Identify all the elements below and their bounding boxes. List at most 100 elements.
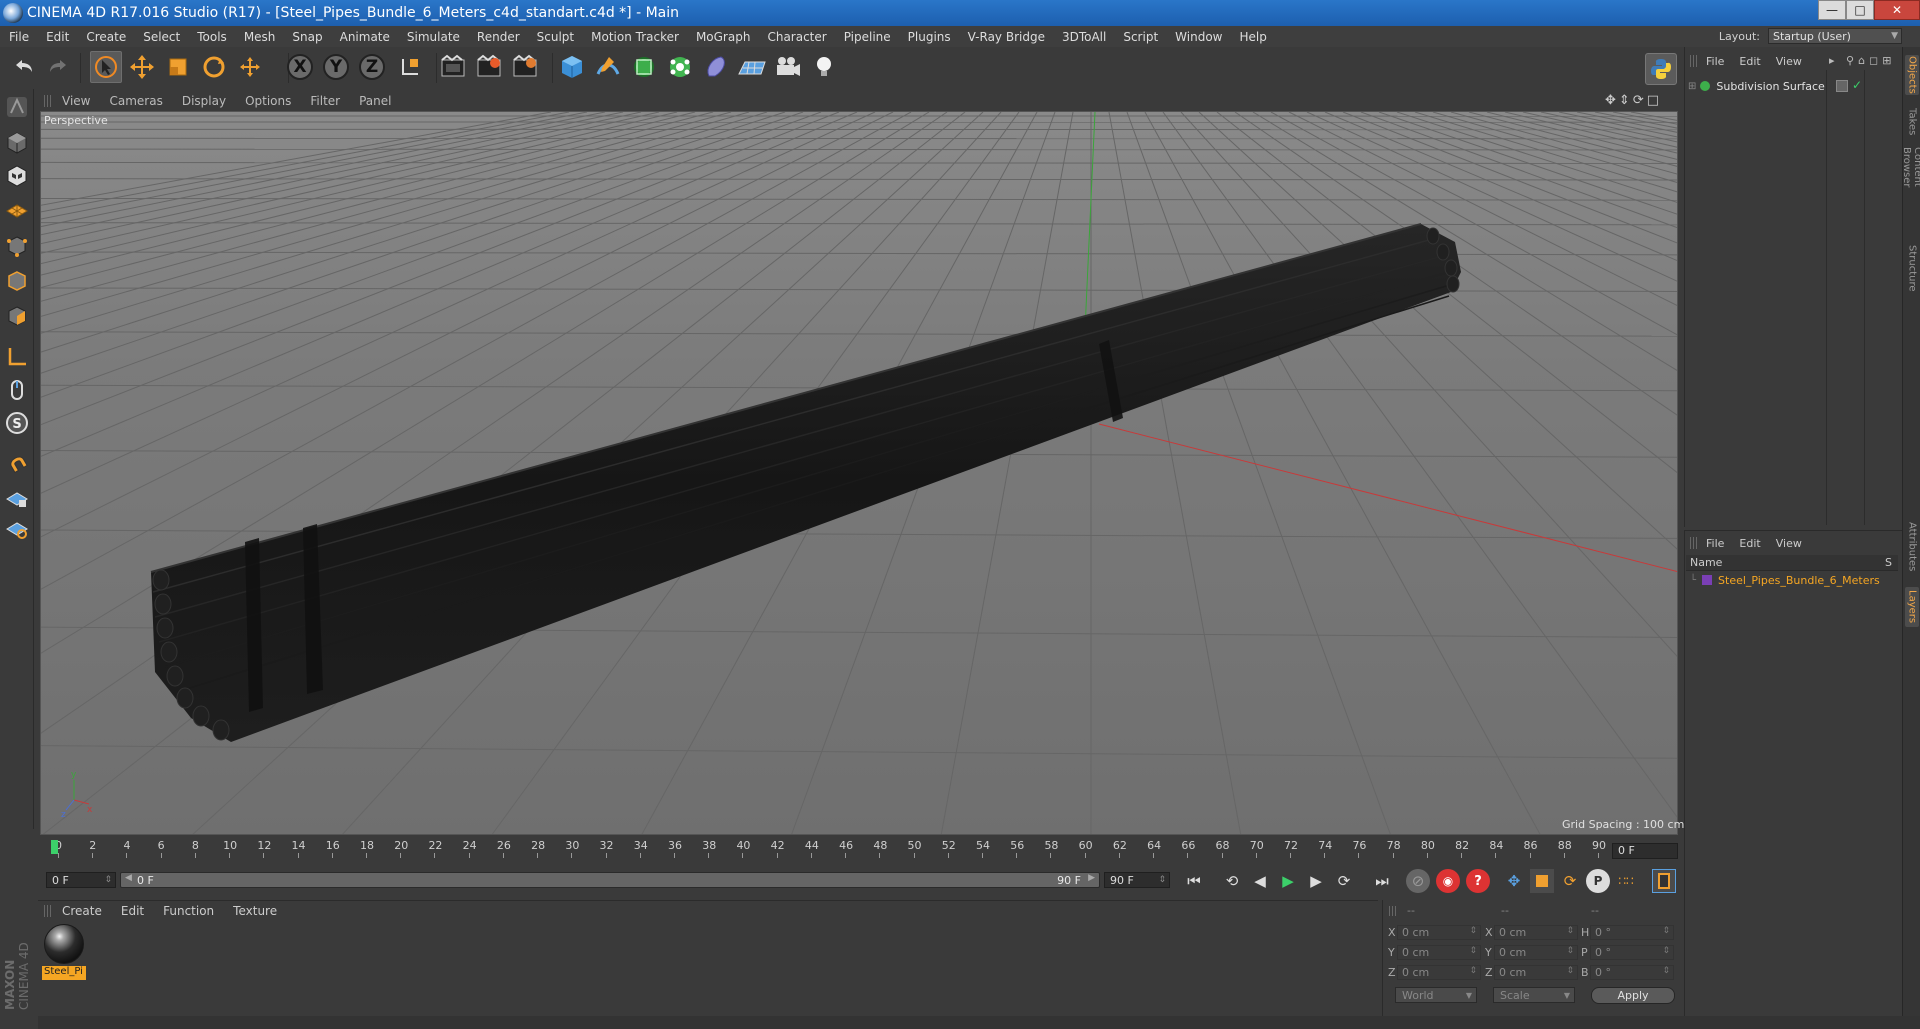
close-button[interactable]: ✕ xyxy=(1874,0,1920,20)
menu-item[interactable]: Create xyxy=(77,30,134,44)
light-icon[interactable] xyxy=(808,51,840,83)
locked-workplane-icon[interactable] xyxy=(3,485,31,513)
menu-item[interactable]: V-Ray Bridge xyxy=(959,30,1053,44)
key-position-icon[interactable]: ✥ xyxy=(1502,869,1526,893)
menu-item[interactable]: Script xyxy=(1114,30,1166,44)
go-to-end-icon[interactable]: ⏭ xyxy=(1370,869,1394,893)
menu-item[interactable]: Window xyxy=(1166,30,1230,44)
menu-item[interactable]: Motion Tracker xyxy=(582,30,687,44)
rotate-tool-icon[interactable] xyxy=(198,51,230,83)
perspective-viewport[interactable]: y x z xyxy=(40,111,1678,835)
layer-manager-menu-item[interactable]: File xyxy=(1698,537,1731,550)
polygons-mode-icon[interactable] xyxy=(3,302,31,330)
coord-rotation-field[interactable]: 0 ° ⇕ xyxy=(1590,945,1674,960)
current-frame-field[interactable]: 0 F xyxy=(1612,843,1678,859)
menu-item[interactable]: Mesh xyxy=(235,30,284,44)
coordinate-system-icon[interactable] xyxy=(394,51,426,83)
side-tab[interactable]: Structure xyxy=(1905,243,1919,293)
apply-button[interactable]: Apply xyxy=(1591,987,1675,1004)
menu-item[interactable]: Simulate xyxy=(398,30,468,44)
menu-item[interactable]: Select xyxy=(134,30,188,44)
object-manager-tool-icons[interactable]: ▸ ⚲⌂◻⊞ xyxy=(1829,54,1895,67)
menu-item[interactable]: Render xyxy=(468,30,528,44)
menu-item[interactable]: Sculpt xyxy=(528,30,582,44)
material-menu-item[interactable]: Create xyxy=(52,904,111,918)
coord-position-field[interactable]: 0 cm ⇕ xyxy=(1397,925,1481,940)
scale-tool-icon[interactable] xyxy=(162,51,194,83)
x-axis-lock-button[interactable]: X xyxy=(287,54,313,80)
viewport-menu-item[interactable]: Display xyxy=(172,94,235,108)
next-key-icon[interactable]: ⟳ xyxy=(1332,869,1356,893)
layer-manager-menu-item[interactable]: View xyxy=(1768,537,1809,550)
coord-rotation-field[interactable]: 0 ° ⇕ xyxy=(1590,965,1674,980)
layer-manager-menu-item[interactable]: Edit xyxy=(1731,537,1767,550)
start-frame-field[interactable]: 0 F ⇕ xyxy=(46,872,116,888)
object-manager-menu-item[interactable]: File xyxy=(1698,55,1731,68)
play-icon[interactable]: ▶ xyxy=(1276,869,1300,893)
keyframe-selection-icon[interactable]: ? xyxy=(1466,869,1490,893)
python-icon[interactable] xyxy=(1645,53,1677,85)
viewport-menu-item[interactable]: Options xyxy=(235,94,300,108)
side-tab[interactable]: Takes xyxy=(1905,107,1919,137)
key-rotation-icon[interactable]: ⟳ xyxy=(1558,869,1582,893)
coord-size-field[interactable]: 0 cm ⇕ xyxy=(1494,945,1578,960)
render-settings-icon[interactable] xyxy=(509,51,541,83)
points-mode-icon[interactable] xyxy=(3,232,31,260)
coord-size-field[interactable]: 0 cm ⇕ xyxy=(1494,925,1578,940)
workplane-mode-icon[interactable] xyxy=(3,195,31,223)
render-view-icon[interactable] xyxy=(437,51,469,83)
move-tool-icon[interactable] xyxy=(126,51,158,83)
object-visibility-icon[interactable] xyxy=(1836,80,1848,92)
expand-icon[interactable]: ⊞ xyxy=(1688,81,1696,92)
layout-dropdown[interactable]: Startup (User) ▼ xyxy=(1768,28,1902,44)
material-menu-item[interactable]: Texture xyxy=(223,904,286,918)
deformer-icon[interactable] xyxy=(700,51,732,83)
redo-icon[interactable] xyxy=(42,51,74,83)
viewport-menu-item[interactable]: Panel xyxy=(349,94,400,108)
menu-item[interactable]: 3DToAll xyxy=(1053,30,1114,44)
transform-tool-icon[interactable] xyxy=(234,51,266,83)
menu-item[interactable]: Plugins xyxy=(899,30,959,44)
undo-icon[interactable] xyxy=(8,51,40,83)
coord-rotation-field[interactable]: 0 ° ⇕ xyxy=(1590,925,1674,940)
render-picture-viewer-icon[interactable] xyxy=(473,51,505,83)
z-axis-lock-button[interactable]: Z xyxy=(359,54,385,80)
minimize-button[interactable]: — xyxy=(1818,0,1846,20)
coord-position-field[interactable]: 0 cm ⇕ xyxy=(1397,965,1481,980)
material-menu-item[interactable]: Edit xyxy=(111,904,153,918)
material-name-label[interactable]: Steel_Pi xyxy=(42,966,86,980)
key-pla-icon[interactable]: ∷∷ xyxy=(1614,869,1638,893)
key-scale-icon[interactable] xyxy=(1530,869,1554,893)
floor-environment-icon[interactable] xyxy=(736,51,768,83)
panel-grip-icon[interactable] xyxy=(44,94,52,107)
coord-size-field[interactable]: 0 cm ⇕ xyxy=(1494,965,1578,980)
select-tool-icon[interactable] xyxy=(90,51,122,83)
menu-item[interactable]: File xyxy=(0,30,37,44)
timeline-ruler[interactable] xyxy=(48,836,1608,858)
object-enabled-checkmark-icon[interactable]: ✓ xyxy=(1852,78,1862,92)
cloner-icon[interactable] xyxy=(664,51,696,83)
coordinate-mode-dropdown[interactable]: Scale ▼ xyxy=(1493,987,1575,1003)
panel-grip-icon[interactable] xyxy=(44,904,52,917)
texture-mode-icon[interactable] xyxy=(3,162,31,190)
model-mode-icon[interactable] xyxy=(3,129,31,157)
tweak-mode-icon[interactable] xyxy=(3,376,31,404)
solo-mode-icon[interactable]: S xyxy=(3,409,31,437)
object-manager-menu-item[interactable]: View xyxy=(1768,55,1809,68)
layer-row[interactable]: └ Steel_Pipes_Bundle_6_Meters xyxy=(1690,572,1900,588)
snapping-icon[interactable] xyxy=(3,448,31,476)
viewport-navigation-icons[interactable]: ✥⇕⟳□ xyxy=(1605,93,1662,108)
menu-item[interactable]: Animate xyxy=(331,30,398,44)
side-tab[interactable]: Objects xyxy=(1905,55,1919,95)
timeline-window-icon[interactable] xyxy=(1652,869,1676,893)
menu-item[interactable]: Help xyxy=(1230,30,1274,44)
object-row-subdivision-surface[interactable]: ⊞ Subdivision Surface xyxy=(1688,78,1828,94)
viewport-menu-item[interactable]: Filter xyxy=(300,94,349,108)
current-frame-marker[interactable] xyxy=(51,840,58,854)
go-to-start-icon[interactable]: ⏮ xyxy=(1182,869,1206,893)
menu-item[interactable]: Pipeline xyxy=(835,30,899,44)
auto-keying-icon[interactable]: ◉ xyxy=(1436,869,1460,893)
planar-workplane-icon[interactable] xyxy=(3,515,31,543)
record-position-icon[interactable]: ⊘ xyxy=(1406,869,1430,893)
coord-position-field[interactable]: 0 cm ⇕ xyxy=(1397,945,1481,960)
